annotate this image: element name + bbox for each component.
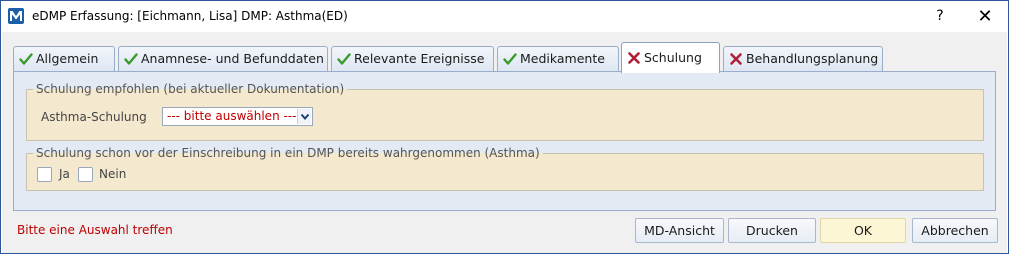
cross-icon xyxy=(628,52,640,64)
tab-anamnese-befunddaten[interactable]: Anamnese- und Befunddaten xyxy=(118,46,328,72)
app-logo-icon xyxy=(8,8,24,24)
drucken-button[interactable]: Drucken xyxy=(728,218,816,243)
close-button[interactable]: ✕ xyxy=(963,1,1007,32)
tab-label: Allgemein xyxy=(36,51,99,66)
tab-label: Anamnese- und Befunddaten xyxy=(141,51,324,66)
tab-schulung[interactable]: Schulung xyxy=(621,42,720,73)
tab-medikamente[interactable]: Medikamente xyxy=(497,46,619,72)
tab-panel-schulung: Schulung empfohlen (bei aktueller Dokume… xyxy=(13,71,996,211)
select-value: --- bitte auswählen --- xyxy=(167,109,297,123)
tab-label: Relevante Ereignisse xyxy=(354,51,485,66)
tab-label: Medikamente xyxy=(520,51,605,66)
validation-message: Bitte eine Auswahl treffen xyxy=(17,223,173,237)
ja-checkbox[interactable] xyxy=(37,167,52,182)
cross-icon xyxy=(730,53,742,65)
window-title: eDMP Erfassung: [Eichmann, Lisa] DMP: As… xyxy=(32,9,348,23)
group-schulung-vor-einschreibung: Schulung schon vor der Einschreibung in … xyxy=(26,146,984,191)
group-legend: Schulung empfohlen (bei aktueller Dokume… xyxy=(33,82,348,96)
ok-button[interactable]: OK xyxy=(820,218,906,243)
tab-relevante-ereignisse[interactable]: Relevante Ereignisse xyxy=(331,46,494,72)
tab-label: Behandlungsplanung xyxy=(746,51,879,66)
dialog-client-area: Allgemein Anamnese- und Befunddaten Rele… xyxy=(2,32,1007,253)
md-ansicht-button[interactable]: MD-Ansicht xyxy=(635,218,724,243)
tab-allgemein[interactable]: Allgemein xyxy=(13,46,115,72)
dialog-window: eDMP Erfassung: [Eichmann, Lisa] DMP: As… xyxy=(0,0,1009,254)
title-bar: eDMP Erfassung: [Eichmann, Lisa] DMP: As… xyxy=(1,1,1008,32)
group-legend: Schulung schon vor der Einschreibung in … xyxy=(33,146,543,160)
asthma-schulung-label: Asthma-Schulung xyxy=(41,110,147,124)
abbrechen-button[interactable]: Abbrechen xyxy=(912,218,998,243)
check-icon xyxy=(124,53,138,65)
tab-label: Schulung xyxy=(644,50,702,65)
group-schulung-empfohlen: Schulung empfohlen (bei aktueller Dokume… xyxy=(26,82,984,141)
chevron-down-icon xyxy=(297,109,311,124)
check-icon xyxy=(19,53,33,65)
check-icon xyxy=(337,53,351,65)
asthma-schulung-select[interactable]: --- bitte auswählen --- xyxy=(162,107,313,126)
nein-checkbox[interactable] xyxy=(78,167,93,182)
nein-label: Nein xyxy=(99,167,127,181)
check-icon xyxy=(503,53,517,65)
ja-label: Ja xyxy=(59,167,70,181)
help-button[interactable]: ? xyxy=(921,1,959,32)
tab-behandlungsplanung[interactable]: Behandlungsplanung xyxy=(723,46,883,72)
